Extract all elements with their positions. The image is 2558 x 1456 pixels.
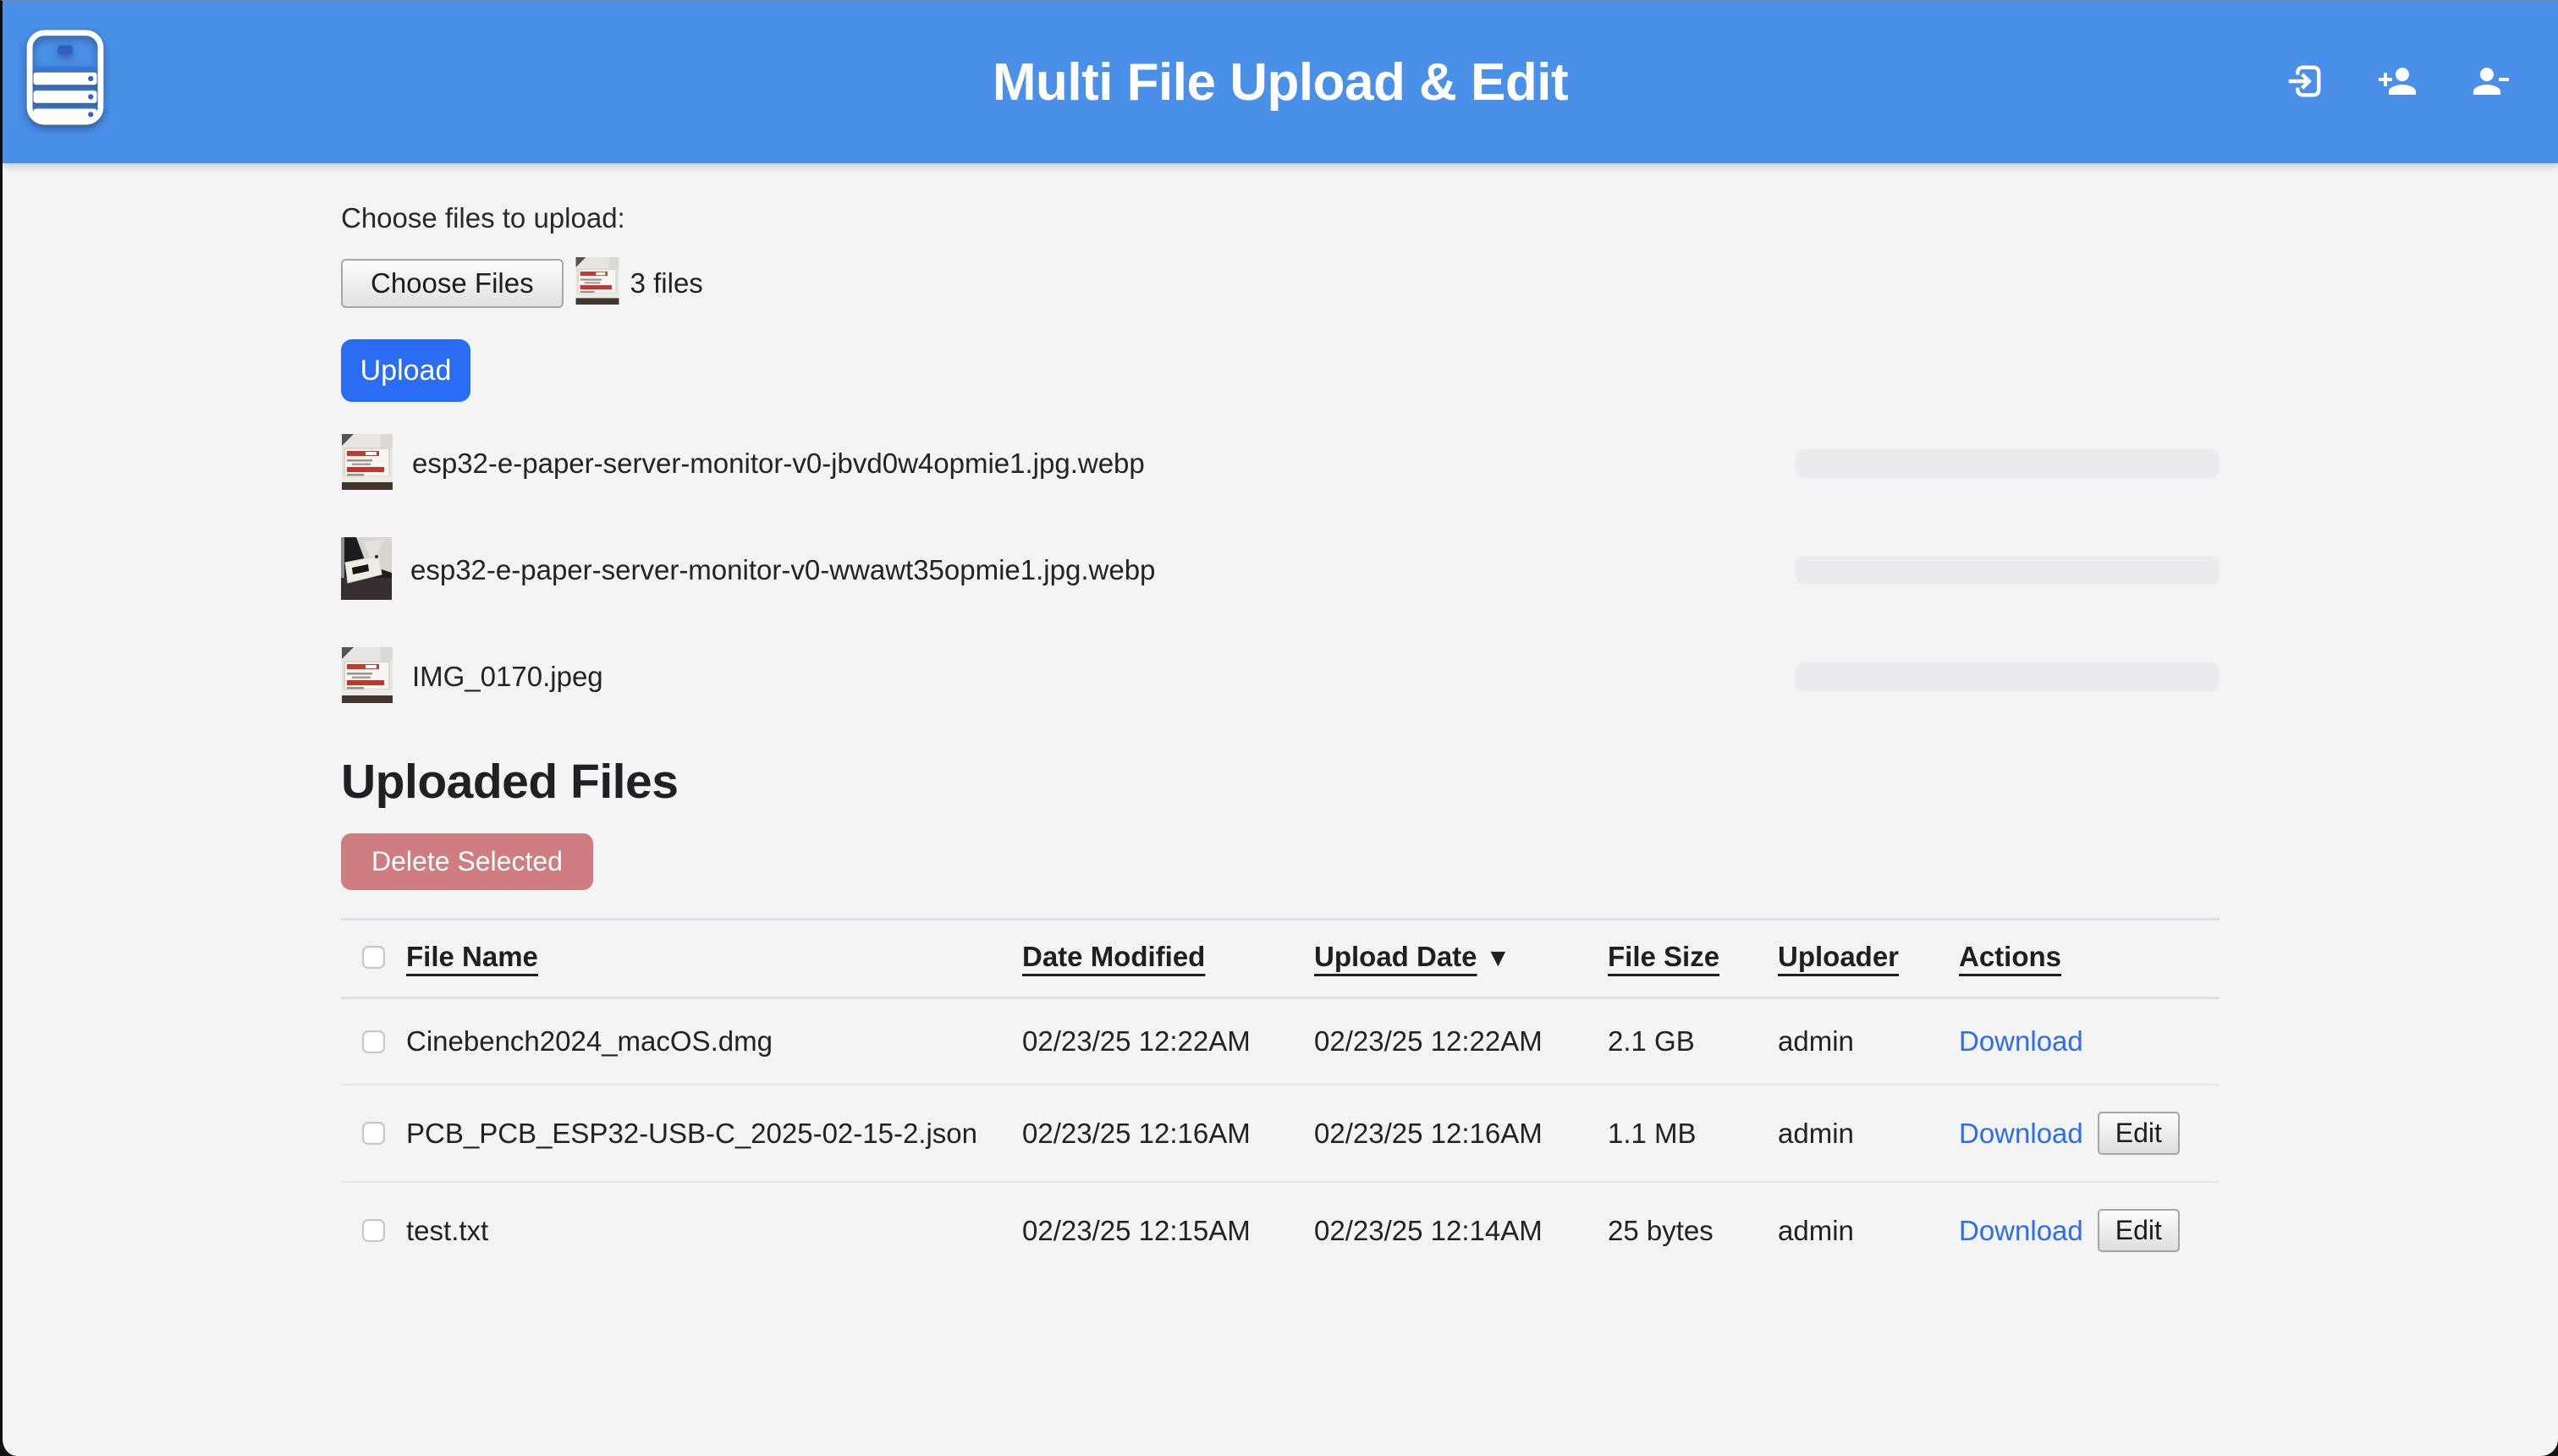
cell-upload-date: 02/23/25 12:14AM xyxy=(1314,1182,1608,1278)
cell-date-modified: 02/23/25 12:22AM xyxy=(1022,998,1314,1085)
upload-button[interactable]: Upload xyxy=(341,339,470,402)
download-link[interactable]: Download xyxy=(1959,1215,2083,1247)
app-header: Multi File Upload & Edit xyxy=(3,1,2558,163)
column-header-uploader[interactable]: Uploader xyxy=(1778,920,1959,998)
remove-user-button[interactable] xyxy=(2468,60,2512,104)
cell-date-modified: 02/23/25 12:16AM xyxy=(1022,1085,1314,1182)
page-title: Multi File Upload & Edit xyxy=(993,52,1568,113)
download-link[interactable]: Download xyxy=(1959,1118,2083,1150)
column-header-actions: Actions xyxy=(1959,920,2220,998)
cell-file-size: 1.1 MB xyxy=(1608,1085,1778,1182)
row-checkbox[interactable] xyxy=(362,1030,385,1053)
table-row: PCB_PCB_ESP32-USB-C_2025-02-15-2.json 02… xyxy=(341,1085,2220,1182)
download-link[interactable]: Download xyxy=(1959,1025,2083,1058)
cell-upload-date: 02/23/25 12:16AM xyxy=(1314,1085,1608,1182)
uploaded-files-heading: Uploaded Files xyxy=(341,754,2220,810)
pending-upload-list: esp32-e-paper-server-monitor-v0-jbvd0w4o… xyxy=(341,434,2220,706)
cell-upload-date: 02/23/25 12:22AM xyxy=(1314,998,1608,1085)
file-thumbnail xyxy=(341,537,392,604)
server-stack-icon xyxy=(25,29,106,130)
login-button[interactable] xyxy=(2282,60,2326,104)
file-input-row: Choose Files 3 files xyxy=(341,257,2220,309)
actions-cell: Download Edit xyxy=(1959,1112,2220,1155)
file-thumbnail xyxy=(341,434,393,494)
person-add-icon xyxy=(2377,61,2418,104)
table-header-row: File Name Date Modified Upload Date▼ Fil… xyxy=(341,920,2220,998)
row-checkbox[interactable] xyxy=(362,1122,385,1145)
cell-uploader: admin xyxy=(1778,1182,1959,1278)
pending-file-name: esp32-e-paper-server-monitor-v0-wwawt35o… xyxy=(410,554,1155,586)
cell-file-name: test.txt xyxy=(406,1182,1022,1278)
select-all-checkbox[interactable] xyxy=(362,946,385,969)
pending-file-row: esp32-e-paper-server-monitor-v0-wwawt35o… xyxy=(341,541,2220,600)
cell-file-size: 25 bytes xyxy=(1608,1182,1778,1278)
edit-button[interactable]: Edit xyxy=(2098,1112,2180,1155)
cell-file-name: PCB_PCB_ESP32-USB-C_2025-02-15-2.json xyxy=(406,1085,1022,1182)
file-thumbnail xyxy=(341,647,393,707)
actions-cell: Download Edit xyxy=(1959,1209,2220,1252)
row-checkbox[interactable] xyxy=(362,1219,385,1242)
cell-file-size: 2.1 GB xyxy=(1608,998,1778,1085)
cell-file-name: Cinebench2024_macOS.dmg xyxy=(406,998,1022,1085)
cell-date-modified: 02/23/25 12:15AM xyxy=(1022,1182,1314,1278)
selected-files-count: 3 files xyxy=(630,267,703,299)
delete-selected-button[interactable]: Delete Selected xyxy=(341,833,593,890)
column-header-date-modified[interactable]: Date Modified xyxy=(1022,920,1314,998)
upload-progress-bar xyxy=(1796,662,2220,691)
pending-file-name: esp32-e-paper-server-monitor-v0-jbvd0w4o… xyxy=(412,448,1145,480)
table-row: Cinebench2024_macOS.dmg 02/23/25 12:22AM… xyxy=(341,998,2220,1085)
login-icon xyxy=(2285,62,2324,103)
pending-file-name: IMG_0170.jpeg xyxy=(412,661,603,693)
pending-file-row: IMG_0170.jpeg xyxy=(341,647,2220,706)
cell-uploader: admin xyxy=(1778,998,1959,1085)
upload-progress-bar xyxy=(1796,556,2220,585)
pending-file-row: esp32-e-paper-server-monitor-v0-jbvd0w4o… xyxy=(341,434,2220,493)
column-header-file-name[interactable]: File Name xyxy=(406,920,1022,998)
choose-files-label: Choose files to upload: xyxy=(341,202,2220,234)
sort-desc-icon: ▼ xyxy=(1486,944,1511,972)
selected-files-thumbnail xyxy=(572,257,623,309)
upload-progress-bar xyxy=(1796,449,2220,478)
table-row: test.txt 02/23/25 12:15AM 02/23/25 12:14… xyxy=(341,1182,2220,1278)
person-remove-icon xyxy=(2470,61,2511,104)
app-window: Multi File Upload & Edit xyxy=(0,0,2558,1456)
edit-button[interactable]: Edit xyxy=(2098,1209,2180,1252)
add-user-button[interactable] xyxy=(2375,60,2419,104)
choose-files-button[interactable]: Choose Files xyxy=(341,259,564,308)
main-content: Choose files to upload: Choose Files 3 f… xyxy=(341,163,2220,1278)
header-actions xyxy=(2282,1,2512,163)
cell-uploader: admin xyxy=(1778,1085,1959,1182)
column-header-upload-date[interactable]: Upload Date▼ xyxy=(1314,920,1608,998)
uploaded-files-table: File Name Date Modified Upload Date▼ Fil… xyxy=(341,918,2220,1278)
actions-cell: Download xyxy=(1959,1025,2220,1058)
column-header-file-size[interactable]: File Size xyxy=(1608,920,1778,998)
